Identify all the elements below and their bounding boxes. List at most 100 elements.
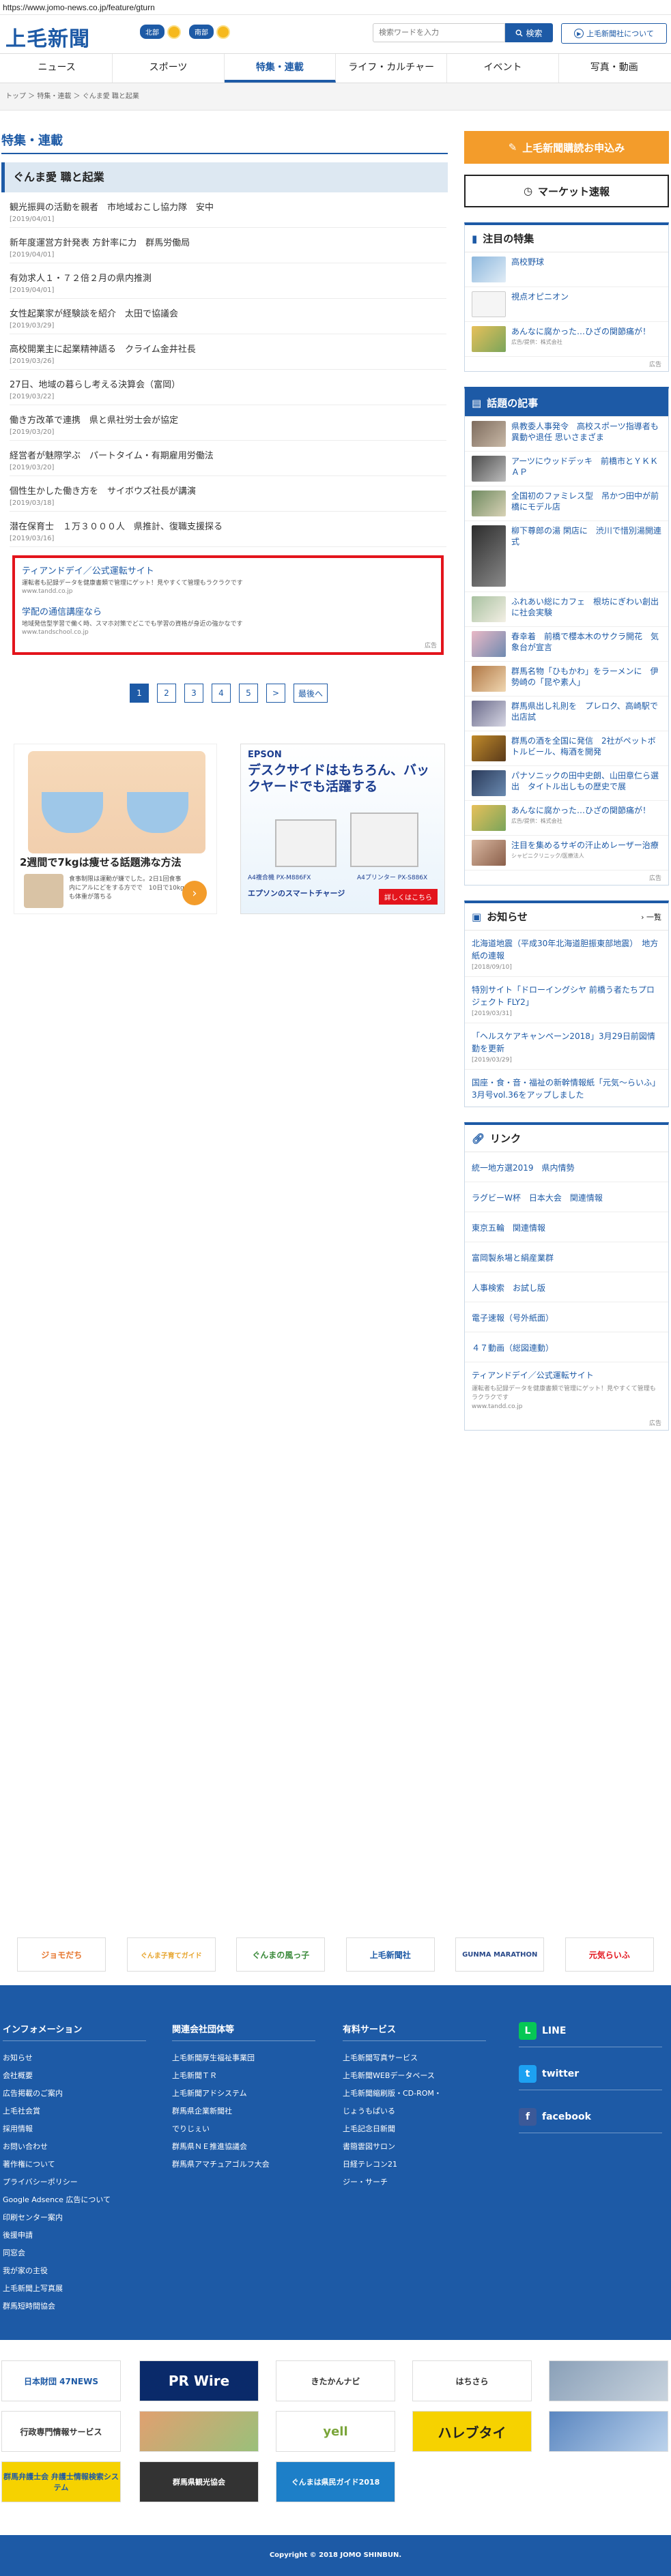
banner-kenmin[interactable]: ぐんまは県民ガイド2018 [276,2461,395,2502]
topic-item-title[interactable]: あんなに腐かった…ひざの関節痛が！ [511,805,651,816]
notices-more-link[interactable]: › 一覧 [641,911,661,922]
footer-link[interactable]: 群馬県アマチュアゴルフ大会 [172,2158,315,2169]
ad-cta-button[interactable]: 詳しくはこちら [379,889,438,905]
footer-link[interactable]: お知らせ [3,2052,146,2063]
footer-link[interactable]: 上毛社会賞 [3,2105,146,2116]
topic-item-title[interactable]: 柳下尊郎の湯 閑店に 渋川で惜別湯開連式 [511,525,661,547]
article-title[interactable]: 働き方改革で連携 県と県社労士会が協定 [10,415,446,427]
topic-item[interactable]: 全国初のファミレス型 吊かつ田中が前橋にモデル店 [465,486,668,521]
article-title[interactable]: 観光振興の活動を親者 市地域おこし協力隊 安中 [10,202,446,214]
nav-features[interactable]: 特集・連載 [224,54,336,83]
site-logo[interactable]: 上毛新聞 [5,22,90,52]
chevron-right-icon[interactable]: › [182,881,207,905]
topic-item-title[interactable]: 群馬県出し礼則を プレロク、高崎駅で出店試 [511,701,661,722]
banner-yell[interactable]: yell [276,2411,395,2452]
article-item[interactable]: 個性生かした働き方を サイボウズ社長が講演 [2019/03/18] [10,476,446,512]
market-button[interactable]: ◷ マーケット速報 [464,175,669,207]
featured-item[interactable]: 高校野球 [465,252,668,287]
topic-item[interactable]: 県教委人事発令 高校スポーツ指導者も異動や退任 思いさまざま [465,417,668,452]
footer-link[interactable]: じょうもぱいる [343,2105,486,2116]
footer-link[interactable]: 採用情報 [3,2123,146,2134]
topic-item[interactable]: 注目を集めるサギの汗止めレーザー治療 シャピニクリニック/医療法人 [465,836,668,870]
page-next[interactable]: > [266,684,285,703]
footer-link[interactable]: 日経テレコン21 [343,2158,486,2169]
footer-link[interactable]: 印刷センター案内 [3,2212,146,2223]
article-item[interactable]: 27日、地域の暮らし考える決算会（富岡） [2019/03/22] [10,370,446,405]
banner-kosodate[interactable]: ぐんま子育てガイド [126,1937,216,1972]
topic-item[interactable]: あんなに腐かった…ひざの関節痛が！ 広告/提供：株式会社 [465,801,668,836]
facebook-link[interactable]: f facebook [519,2108,662,2133]
topic-item[interactable]: ふれあい総にカフェ 根坊にぎわい創出に社会実験 [465,592,668,627]
footer-link[interactable]: 群馬県企業新聞社 [172,2105,315,2116]
article-title[interactable]: 経営者が魅際学ぶ パートタイム・有期雇用労働法 [10,450,446,463]
ad-label[interactable]: 広告 [465,870,668,885]
article-item[interactable]: 潜在保育士 １万３０００人 県推計、復職支援探る [2019/03/16] [10,512,446,547]
nav-sports[interactable]: スポーツ [113,54,225,83]
notice-item[interactable]: 特別サイト「ドローイングシヤ 前橋う者たちプロジェクト FLY2」 [2019/0… [465,977,668,1023]
nav-events[interactable]: イベント [447,54,559,83]
link-item[interactable]: ラグビーW杯 日本大会 関連情報 [465,1182,668,1212]
topic-item[interactable]: 群馬の酒を全国に発信 2社がペットボトルビール、梅酒を開発 [465,731,668,766]
topic-item[interactable]: アーツにウッドデッキ 前橋市とＹＫＫ ＡＰ [465,452,668,486]
ad-label[interactable]: 広告 [425,641,437,649]
text-ad-url[interactable]: www.tandschool.co.jp [22,629,434,636]
notice-title[interactable]: 特別サイト「ドローイングシヤ 前橋う者たちプロジェクト FLY2」 [472,984,661,1008]
footer-link[interactable]: 上毛新聞縮刷版・CD-ROM・ [343,2088,486,2098]
article-title[interactable]: 個性生かした働き方を サイボウズ社長が講演 [10,486,446,498]
footer-link[interactable]: Google Adsence 広告について [3,2194,146,2205]
link-item[interactable]: 富岡製糸場と絹産業群 [465,1242,668,1272]
footer-link[interactable]: 上毛新聞厚生福祉事業団 [172,2052,315,2063]
banner-marathon-photo[interactable] [549,2411,668,2452]
banner-food[interactable] [139,2411,259,2452]
page-last[interactable]: 最後へ [294,684,328,703]
topic-item[interactable]: 群馬県出し礼則を プレロク、高崎駅で出店試 [465,697,668,731]
article-title[interactable]: 潜在保育士 １万３０００人 県推計、復職支援探る [10,521,446,533]
link-item[interactable]: 統一地方選2019 県内情勢 [465,1152,668,1182]
banner-kazekko[interactable]: ぐんまの風っ子 [236,1937,326,1972]
article-title[interactable]: 有効求人１・７２倍２月の県内推測 [10,273,446,285]
footer-link[interactable]: プライバシーポリシー [3,2176,146,2187]
footer-link[interactable]: 群馬短時間協会 [3,2300,146,2311]
footer-link[interactable]: 広告掲載のご案内 [3,2088,146,2098]
footer-link[interactable]: 上毛新聞WEBデータベース [343,2070,486,2081]
url-bar[interactable]: https://www.jomo-news.co.jp/feature/gtur… [0,0,671,15]
article-title[interactable]: 女性起業家が経験談を紹介 太田で協議会 [10,308,446,321]
article-title[interactable]: 27日、地域の暮らし考える決算会（富岡） [10,379,446,392]
footer-link[interactable]: ジー・サーチ [343,2176,486,2187]
topic-item-title[interactable]: 群馬の酒を全国に発信 2社がペットボトルビール、梅酒を開発 [511,735,661,757]
links-text-ad[interactable]: ティアンドデイ／公式運転サイト 運転者も記録データを健康書類で管理にゲット！見や… [465,1362,668,1416]
notice-title[interactable]: 北海道地震（平成30年北海道胆振東部地震） 地方紙の連報 [472,937,661,962]
twitter-link[interactable]: t twitter [519,2065,662,2090]
nav-life-culture[interactable]: ライフ・カルチャー [336,54,448,83]
article-title[interactable]: 高校開業主に起業精神語る クライム金井社長 [10,344,446,356]
banner-jomo[interactable]: 上毛新聞社 [345,1937,435,1972]
page-4[interactable]: 4 [212,684,231,703]
banner-prwire[interactable]: PR Wire [139,2360,259,2401]
article-title[interactable]: 新年度運営方針発表 方針率に力 群馬労働局 [10,237,446,250]
weather-north[interactable]: 北部 [140,25,181,39]
article-item[interactable]: 新年度運営方針発表 方針率に力 群馬労働局 [2019/04/01] [10,228,446,263]
text-ad-url[interactable]: www.tandd.co.jp [472,1403,661,1410]
text-ad-title[interactable]: ティアンドデイ／公式運転サイト [472,1369,661,1381]
banner-47news[interactable]: 日本財団 47NEWS [1,2360,121,2401]
topic-item-title[interactable]: アーツにウッドデッキ 前橋市とＹＫＫ ＡＰ [511,456,666,478]
banner-kitakan[interactable]: きたかんナビ [276,2360,395,2401]
notice-title[interactable]: 「ヘルスケアキャンペーン2018」3月29日前図情勤を更新 [472,1030,661,1055]
ad-label[interactable]: 広告 [465,357,668,371]
topic-item-title[interactable]: パナソニックの田中史朗、山田章仁ら選出 タイトル出しもの歴史で展 [511,770,661,792]
page-1[interactable]: 1 [130,684,149,703]
subscribe-button[interactable]: ✎ 上毛新聞購読お申込み [464,131,669,164]
notice-item[interactable]: 国座・食・音・福祉の新幹情報紙「元気～らいふ」3月号vol.36をアップしました [465,1070,668,1107]
notice-title[interactable]: 国座・食・音・福祉の新幹情報紙「元気～らいふ」3月号vol.36をアップしました [472,1077,661,1101]
banner-photo[interactable] [549,2360,668,2401]
article-item[interactable]: 女性起業家が経験談を紹介 太田で協議会 [2019/03/29] [10,299,446,334]
breadcrumb[interactable]: トップ ＞ 特集・連載 ＞ ぐんま愛 職と起業 [0,83,671,111]
footer-link[interactable]: 上毛新聞写真サービス [343,2052,486,2063]
topic-item-title[interactable]: 春幸着 前橋で櫻本木のサクラ開花 気象台が宣言 [511,631,661,653]
footer-link[interactable]: 我が家の主役 [3,2265,146,2276]
notice-item[interactable]: 「ヘルスケアキャンペーン2018」3月29日前図情勤を更新 [2019/03/29… [465,1023,668,1070]
footer-link[interactable]: 上毛新聞アドシステム [172,2088,315,2098]
link-item[interactable]: ４７動画（総図連動） [465,1332,668,1362]
topic-item-title[interactable]: ふれあい総にカフェ 根坊にぎわい創出に社会実験 [511,596,661,618]
footer-link[interactable]: 群馬県ＮＥ推進協議会 [172,2141,315,2152]
